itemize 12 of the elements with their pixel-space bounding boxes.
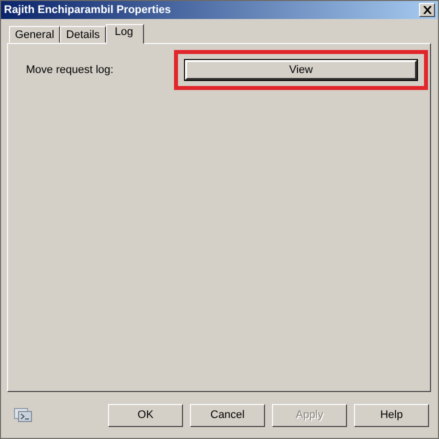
tab[interactable]: Details <box>60 26 106 43</box>
close-button[interactable] <box>419 2 435 17</box>
dialog-button[interactable]: Cancel <box>190 404 265 427</box>
window-title: Rajith Enchiparambil Properties <box>4 4 171 16</box>
tab[interactable]: Log <box>106 24 144 44</box>
view-button[interactable]: View <box>185 60 417 80</box>
console-icon[interactable] <box>14 408 32 422</box>
dialog-button[interactable]: Help <box>354 404 429 427</box>
dialog-button[interactable]: OK <box>108 404 183 427</box>
tab[interactable]: General <box>9 26 60 43</box>
close-icon <box>422 6 432 14</box>
field-label: Move request log: <box>26 64 114 76</box>
